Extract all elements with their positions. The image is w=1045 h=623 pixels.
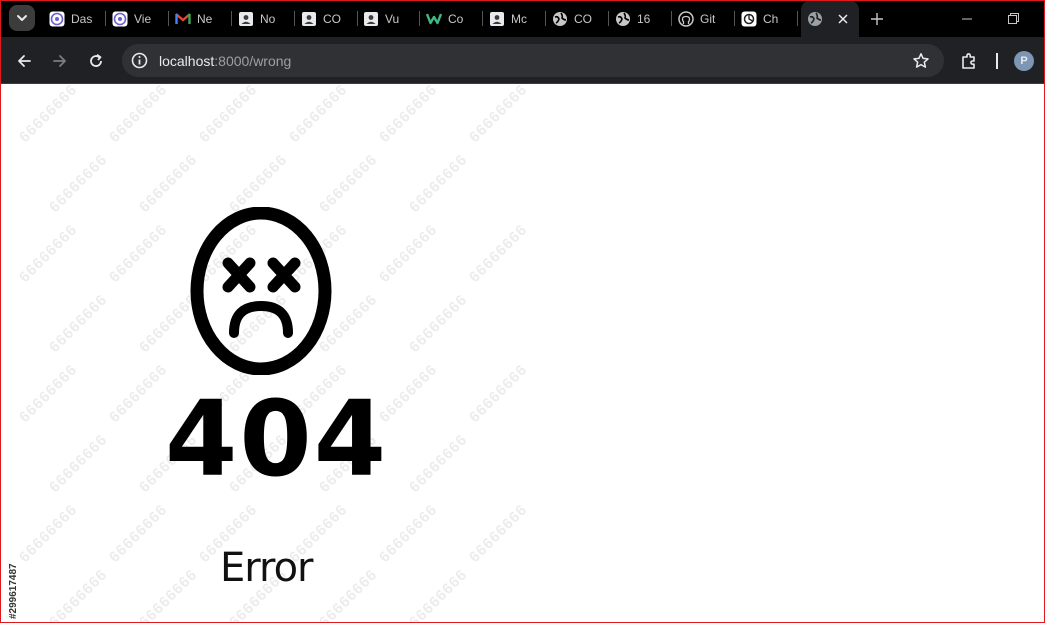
watermark-text: 66666666 <box>465 221 531 286</box>
tab-4[interactable]: No <box>232 0 295 37</box>
bookmark-star-icon[interactable] <box>912 52 930 70</box>
tab-label: Ne <box>197 11 213 26</box>
chatgpt-icon <box>741 11 757 27</box>
plus-icon <box>871 13 883 25</box>
tab-label: Das <box>71 11 93 26</box>
address-bar[interactable]: localhost:8000/wrong <box>122 44 944 77</box>
tab-label: 16 <box>637 11 651 26</box>
profile-card-icon <box>301 11 317 27</box>
globe-icon <box>615 11 631 27</box>
arrow-right-icon <box>53 55 66 67</box>
watermark-text: 66666666 <box>285 85 351 146</box>
tab-search-button[interactable] <box>9 5 35 31</box>
watermark-text: 66666666 <box>15 85 81 146</box>
forward-button[interactable] <box>47 48 73 74</box>
watermark-text: 66666666 <box>105 221 171 286</box>
tab-strip: Das Vie Ne No CO Vu Co Mc CO 16 Git Ch <box>0 0 1045 37</box>
github-icon <box>678 10 694 27</box>
reload-icon <box>90 54 102 67</box>
tab-label: Vu <box>385 11 400 26</box>
minimize-icon <box>962 18 972 19</box>
watermark-text: 66666666 <box>405 566 471 622</box>
error-message: Error <box>220 545 313 591</box>
restore-icon <box>1007 13 1019 24</box>
tab-12[interactable]: Ch <box>735 0 798 37</box>
address-path: :8000/wrong <box>214 52 292 69</box>
profile-card-icon <box>238 11 254 27</box>
back-button[interactable] <box>11 48 37 74</box>
tab-label: No <box>260 11 276 26</box>
tab-1[interactable]: Das <box>43 0 106 37</box>
tab-separator <box>797 11 798 26</box>
watermark-text: 66666666 <box>405 431 471 496</box>
watermark-text: 66666666 <box>405 291 471 356</box>
profile-card-icon <box>489 11 505 27</box>
watermark-text: 66666666 <box>375 85 441 146</box>
tab-5[interactable]: CO <box>295 0 358 37</box>
app-icon-purple <box>49 11 65 27</box>
dead-face-icon <box>190 207 332 375</box>
tab-active[interactable] <box>801 0 859 37</box>
tab-label: CO <box>574 11 592 26</box>
watermark-text: 66666666 <box>15 501 81 566</box>
watermark-text: 66666666 <box>45 291 111 356</box>
tab-label: Vie <box>134 11 152 26</box>
browser-toolbar: localhost:8000/wrong P <box>0 37 1045 84</box>
globe-icon <box>552 11 568 27</box>
watermark-text: 66666666 <box>15 361 81 426</box>
tab-3[interactable]: Ne <box>169 0 232 37</box>
tab-8[interactable]: Mc <box>483 0 546 37</box>
address-url: localhost:8000/wrong <box>159 53 291 69</box>
watermark-text: 66666666 <box>375 221 441 286</box>
tab-9[interactable]: CO <box>546 0 609 37</box>
tab-10[interactable]: 16 <box>609 0 672 37</box>
tab-label: CO <box>323 11 341 26</box>
arrow-left-icon <box>18 55 31 67</box>
restore-button[interactable] <box>990 0 1036 37</box>
new-tab-button[interactable] <box>866 8 888 30</box>
watermark-text: 66666666 <box>45 151 111 216</box>
watermark-text: 66666666 <box>315 566 381 622</box>
watermark-text: 66666666 <box>105 361 171 426</box>
app-icon-purple <box>112 11 128 27</box>
watermark-text: 66666666 <box>105 501 171 566</box>
tab-2[interactable]: Vie <box>106 0 169 37</box>
profile-card-icon <box>363 11 379 27</box>
watermark-text: 66666666 <box>465 361 531 426</box>
watermark-text: 66666666 <box>135 566 201 622</box>
reload-button[interactable] <box>83 48 109 74</box>
error-code: 404 <box>165 378 389 500</box>
tab-7[interactable]: Co <box>420 0 483 37</box>
watermark-text: 66666666 <box>405 151 471 216</box>
watermark-text: 66666666 <box>465 85 531 146</box>
tab-label: Co <box>448 11 464 26</box>
watermark-text: 66666666 <box>195 85 261 146</box>
chevron-down-icon <box>17 15 27 21</box>
toolbar-divider <box>996 53 998 69</box>
tab-6[interactable]: Vu <box>357 0 420 37</box>
globe-icon <box>807 11 823 27</box>
vue-icon <box>426 11 442 27</box>
profile-avatar[interactable]: P <box>1014 51 1034 71</box>
close-icon[interactable] <box>835 11 851 27</box>
watermark-text: 66666666 <box>465 501 531 566</box>
tab-label: Mc <box>511 11 527 26</box>
stock-image-id: #299617487 <box>8 563 19 619</box>
watermark-text: 66666666 <box>15 221 81 286</box>
watermark-text: 66666666 <box>105 85 171 146</box>
address-host: localhost <box>159 52 215 69</box>
site-info-icon[interactable] <box>131 52 148 69</box>
tab-label: Ch <box>763 11 779 26</box>
watermark-text: 66666666 <box>375 501 441 566</box>
extensions-button[interactable] <box>958 50 980 72</box>
puzzle-icon <box>962 53 975 69</box>
watermark-text: 66666666 <box>45 566 111 622</box>
tab-label: Git <box>700 11 716 26</box>
watermark-pattern: 66666666 66666666 66666666 66666666 66666666… <box>1 85 1044 622</box>
gmail-icon <box>175 11 191 27</box>
page-viewport: 66666666 66666666 66666666 66666666 66666666… <box>1 85 1044 622</box>
minimize-button[interactable] <box>944 0 990 37</box>
watermark-text: 66666666 <box>45 431 111 496</box>
tab-11[interactable]: Git <box>672 0 735 37</box>
